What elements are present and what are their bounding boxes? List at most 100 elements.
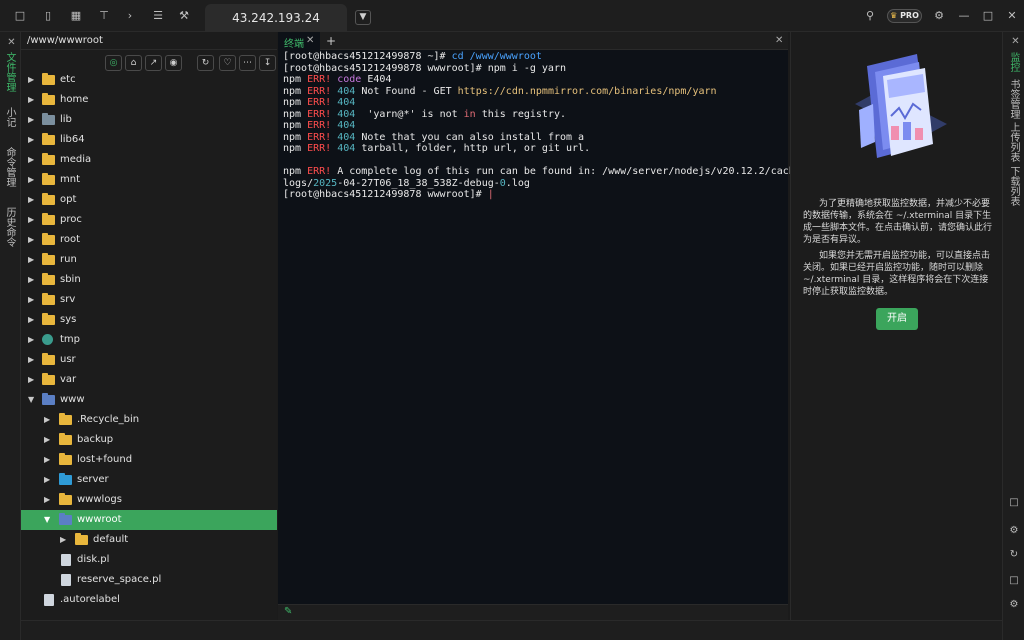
- tree-item-backup[interactable]: ▶ backup: [21, 430, 277, 450]
- tree-item-lib[interactable]: ▶ lib: [21, 110, 277, 130]
- path-bar[interactable]: /www/wwwroot: [21, 32, 277, 50]
- terminal-icon[interactable]: □: [1007, 496, 1021, 510]
- settings-icon[interactable]: ⚙: [1007, 598, 1021, 612]
- chevron-right-icon[interactable]: ▶: [44, 414, 52, 426]
- chevron-right-icon[interactable]: ▶: [60, 534, 68, 546]
- pro-badge[interactable]: ♛ PRO: [887, 9, 922, 23]
- tree-item-sys[interactable]: ▶ sys: [21, 310, 277, 330]
- tree-label: var: [60, 374, 77, 385]
- search-icon[interactable]: ⚲: [862, 8, 878, 24]
- tree-item-lib64[interactable]: ▶ lib64: [21, 130, 277, 150]
- grid-icon[interactable]: ▦: [68, 8, 84, 24]
- home-icon[interactable]: ⌂: [125, 55, 142, 71]
- chevron-right-icon[interactable]: ▶: [28, 354, 36, 366]
- folder-icon: [59, 433, 72, 445]
- chevron-right-icon[interactable]: ▶: [28, 74, 36, 86]
- minimize-icon[interactable]: —: [956, 8, 972, 24]
- expand-icon[interactable]: ↗: [145, 55, 162, 71]
- chevron-right-icon[interactable]: ▶: [28, 254, 36, 266]
- chevron-right-icon[interactable]: ▶: [28, 274, 36, 286]
- terminal-output[interactable]: [root@hbacs451212499878 ~]# cd /www/wwwr…: [278, 50, 813, 604]
- tree-item-var[interactable]: ▶ var: [21, 370, 277, 390]
- tree-item-run[interactable]: ▶ run: [21, 250, 277, 270]
- tab-history-commands[interactable]: 历史命令: [3, 207, 17, 247]
- enable-monitor-button[interactable]: 开启: [876, 308, 918, 330]
- eye-icon[interactable]: ◉: [165, 55, 182, 71]
- add-tab-icon[interactable]: +: [326, 34, 336, 48]
- tab-terminal[interactable]: 终端 ✕: [278, 32, 320, 50]
- chevron-right-icon[interactable]: ▶: [28, 194, 36, 206]
- tab-command-manager[interactable]: 命令管理: [3, 147, 17, 187]
- tree-item-autorelabel[interactable]: .autorelabel: [21, 590, 277, 610]
- wrench-icon[interactable]: ⚒: [176, 8, 192, 24]
- more-icon[interactable]: ⋯: [239, 55, 256, 71]
- chevron-down-icon[interactable]: ▼: [44, 514, 52, 526]
- maximize-icon[interactable]: □: [980, 8, 996, 24]
- tree-item-proc[interactable]: ▶ proc: [21, 210, 277, 230]
- tree-item-www[interactable]: ▼ www: [21, 390, 277, 410]
- gear-icon[interactable]: ⚙: [1007, 524, 1021, 538]
- chevron-right-icon[interactable]: ▶: [28, 214, 36, 226]
- tree-item-default[interactable]: ▶ default: [21, 530, 277, 550]
- tree-item-mnt[interactable]: ▶ mnt: [21, 170, 277, 190]
- chevron-right-icon[interactable]: ▶: [44, 474, 52, 486]
- close-tab-icon[interactable]: ✕: [306, 35, 314, 46]
- chevron-down-icon[interactable]: ▼: [28, 394, 36, 406]
- network-icon[interactable]: ⊤: [96, 8, 112, 24]
- chevron-right-icon[interactable]: ▶: [44, 494, 52, 506]
- close-icon[interactable]: ✕: [775, 35, 783, 46]
- chevron-right-icon[interactable]: ▶: [28, 114, 36, 126]
- tree-item-wwwroot[interactable]: ▼ wwwroot: [21, 510, 277, 530]
- chevron-right-icon[interactable]: ▶: [28, 174, 36, 186]
- chevron-right-icon[interactable]: ▶: [44, 434, 52, 446]
- tab-download-list[interactable]: 下载列表: [1007, 166, 1021, 206]
- tab-notes[interactable]: 小记: [3, 107, 17, 127]
- locate-icon[interactable]: ◎: [105, 55, 122, 71]
- tree-item-wwwlogs[interactable]: ▶ wwwlogs: [21, 490, 277, 510]
- gear-icon[interactable]: ⚙: [931, 8, 947, 24]
- download-icon[interactable]: ↧: [259, 55, 276, 71]
- tab-file-manager[interactable]: 文件管理: [3, 52, 17, 92]
- close-panel-icon[interactable]: ✕: [3, 37, 17, 48]
- chevron-right-icon[interactable]: ▶: [28, 374, 36, 386]
- tree-item-recycle-bin[interactable]: ▶ .Recycle_bin: [21, 410, 277, 430]
- close-icon[interactable]: ✕: [1004, 8, 1020, 24]
- tree-item-sbin[interactable]: ▶ sbin: [21, 270, 277, 290]
- tree-item-reserve-space-pl[interactable]: reserve_space.pl: [21, 570, 277, 590]
- tree-item-server[interactable]: ▶ server: [21, 470, 277, 490]
- document-icon[interactable]: ▯: [40, 8, 56, 24]
- chevron-right-icon[interactable]: ▶: [44, 454, 52, 466]
- session-tab[interactable]: 43.242.193.24: [205, 4, 347, 32]
- tree-item-tmp[interactable]: ▶ tmp: [21, 330, 277, 350]
- close-panel-icon[interactable]: ✕: [1007, 36, 1021, 47]
- chevron-right-icon[interactable]: ▶: [28, 134, 36, 146]
- tree-item-usr[interactable]: ▶ usr: [21, 350, 277, 370]
- chevron-right-icon[interactable]: ▶: [28, 154, 36, 166]
- tree-item-media[interactable]: ▶ media: [21, 150, 277, 170]
- list-icon[interactable]: ☰: [150, 8, 166, 24]
- terminal-icon[interactable]: □: [12, 8, 28, 24]
- tree-item-etc[interactable]: ▶ etc: [21, 70, 277, 90]
- window-icon[interactable]: □: [1007, 574, 1021, 588]
- tab-bookmarks[interactable]: 书签管理: [1007, 79, 1021, 119]
- tree-item-home[interactable]: ▶ home: [21, 90, 277, 110]
- tree-item-lost-found[interactable]: ▶ lost+found: [21, 450, 277, 470]
- tree-item-root[interactable]: ▶ root: [21, 230, 277, 250]
- refresh-icon[interactable]: ↻: [1007, 548, 1021, 562]
- tree-label: disk.pl: [77, 554, 110, 565]
- tab-upload-list[interactable]: 上传列表: [1007, 122, 1021, 162]
- refresh-icon[interactable]: ↻: [197, 55, 214, 71]
- chevron-right-icon[interactable]: ▶: [28, 314, 36, 326]
- chevron-right-icon[interactable]: ▶: [28, 94, 36, 106]
- tree-item-opt[interactable]: ▶ opt: [21, 190, 277, 210]
- chevron-down-icon[interactable]: ▼: [355, 10, 371, 25]
- tree-item-srv[interactable]: ▶ srv: [21, 290, 277, 310]
- tree-item-disk-pl[interactable]: disk.pl: [21, 550, 277, 570]
- chevron-right-icon[interactable]: ▶: [28, 334, 36, 346]
- console-icon[interactable]: ›: [122, 8, 138, 24]
- pen-icon[interactable]: ✎: [284, 606, 292, 617]
- heart-icon[interactable]: ♡: [219, 55, 236, 71]
- chevron-right-icon[interactable]: ▶: [28, 234, 36, 246]
- chevron-right-icon[interactable]: ▶: [28, 294, 36, 306]
- tab-monitor[interactable]: 监控: [1007, 52, 1021, 72]
